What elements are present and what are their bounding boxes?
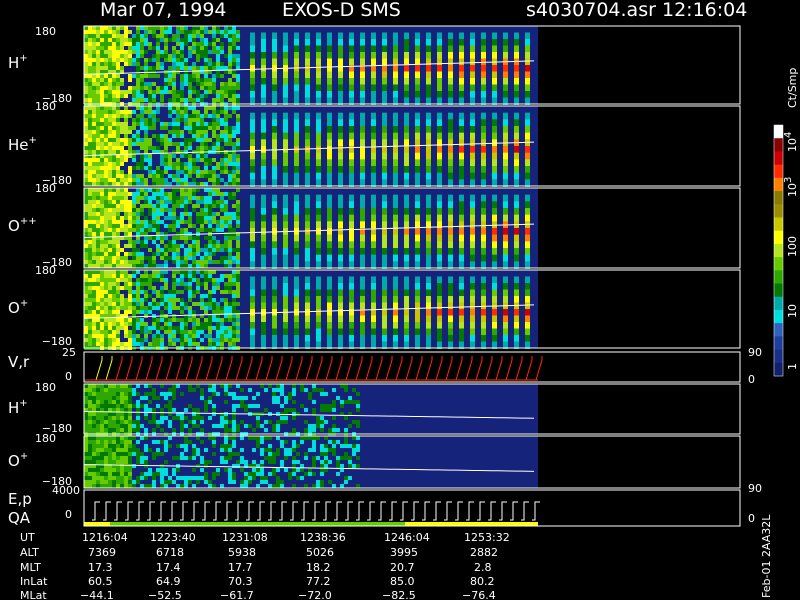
colorbar-swatch xyxy=(774,125,783,139)
footer-ut-3: 1231:08 xyxy=(222,531,268,544)
rtick-vr-top: 90 xyxy=(748,346,762,359)
ytick-p3-top: 180 xyxy=(35,182,56,195)
colorbar-swatch xyxy=(774,323,783,337)
footer-row-label-ut: UT xyxy=(20,531,35,544)
colorbar-swatch xyxy=(774,283,783,298)
panel-label-vr: V,r xyxy=(8,353,30,371)
footer-mlt-5: 20.7 xyxy=(390,561,415,574)
footer-alt-6: 2882 xyxy=(470,546,498,559)
footer-alt-1: 7369 xyxy=(88,546,116,559)
panel-label-low-h-plus: H+ xyxy=(8,398,28,417)
colorbar-swatch xyxy=(774,230,783,245)
footer-mlt-1: 17.3 xyxy=(88,561,113,574)
footer-mlat-2: −52.5 xyxy=(148,589,182,600)
colorbar-swatch xyxy=(774,177,783,192)
colorbar-swatch xyxy=(774,204,783,218)
footer-mlat-4: −72.0 xyxy=(298,589,332,600)
footer-row-label-inlat: InLat xyxy=(20,575,48,588)
ytick-p4-top: 180 xyxy=(35,264,56,277)
colorbar-swatch xyxy=(774,362,783,377)
footer-row-label-mlat: MLat xyxy=(20,589,47,600)
colorbar-swatch xyxy=(774,257,783,271)
footer-mlat-3: −61.7 xyxy=(220,589,254,600)
spectrogram-panels xyxy=(83,25,741,527)
qa-bar-green xyxy=(110,522,405,526)
footer-ut-2: 1223:40 xyxy=(150,531,196,544)
rtick-vr-bottom: 0 xyxy=(748,373,755,386)
footer-ut-1: 1216:04 xyxy=(82,531,128,544)
footer-alt-2: 6718 xyxy=(156,546,184,559)
footer-mlt-4: 18.2 xyxy=(306,561,331,574)
colorbar-swatch xyxy=(774,164,783,179)
svg-text:104: 104 xyxy=(783,132,799,152)
colorbar-swatch xyxy=(774,191,783,205)
footer-inlat-1: 60.5 xyxy=(88,575,113,588)
footer-ut-5: 1246:04 xyxy=(384,531,430,544)
footer-inlat-5: 85.0 xyxy=(390,575,415,588)
footer-inlat-4: 77.2 xyxy=(306,575,331,588)
colorbar-swatch xyxy=(774,151,783,166)
ytick-ep-bottom: 0 xyxy=(65,508,72,521)
rtick-ep-top: 90 xyxy=(748,482,762,495)
colorbar-swatch xyxy=(774,270,783,285)
footer-mlat-1: −44.1 xyxy=(80,589,114,600)
colorbar-swatch xyxy=(774,296,783,311)
colorbar-tick-1e3: 103 xyxy=(783,177,799,197)
colorbar-tick-1: 1 xyxy=(786,363,799,370)
ytick-p7-top: 180 xyxy=(35,432,56,445)
footer-alt-5: 3995 xyxy=(390,546,418,559)
footer-ut-6: 1253:32 xyxy=(464,531,510,544)
panel-label-qa: QA xyxy=(8,509,31,527)
panel-label-he-plus: He+ xyxy=(8,135,37,154)
panel-label-o-plus: O+ xyxy=(8,298,28,317)
footer-mlt-2: 17.4 xyxy=(156,561,181,574)
footer-mlat-6: −76.4 xyxy=(462,589,496,600)
ytick-p2-top: 180 xyxy=(35,100,56,113)
footer-alt-3: 5938 xyxy=(228,546,256,559)
panel-label-low-o-plus: O+ xyxy=(8,451,28,470)
rtick-ep-bottom: 0 xyxy=(748,512,755,525)
panel-label-h-plus: H+ xyxy=(8,53,28,72)
title-date: Mar 07, 1994 xyxy=(100,0,227,21)
title-time: 12:16:04 xyxy=(662,0,747,21)
colorbar xyxy=(773,124,784,377)
colorbar-swatch xyxy=(774,243,783,258)
footer-mlat-5: −82.5 xyxy=(382,589,416,600)
panel-label-o-plus-plus: O++ xyxy=(8,216,37,235)
svg-text:103: 103 xyxy=(783,177,799,197)
colorbar-tick-1e4: 104 xyxy=(783,132,799,152)
title-file: s4030704.asr xyxy=(526,0,656,21)
colorbar-tick-100: 100 xyxy=(786,236,799,257)
panel-label-ep: E,p xyxy=(8,490,32,508)
ytick-vr-top: 25 xyxy=(62,346,76,359)
qa-bar-yellow-2 xyxy=(405,522,538,526)
colorbar-swatch xyxy=(774,309,783,324)
colorbar-tick-10: 10 xyxy=(786,304,799,318)
footer-mlt-3: 17.7 xyxy=(228,561,253,574)
ytick-p6-top: 180 xyxy=(35,381,56,394)
colorbar-swatch xyxy=(774,217,783,232)
footer-ut-4: 1238:36 xyxy=(300,531,346,544)
title-instrument: EXOS-D SMS xyxy=(282,0,401,21)
ephemeris-table: UT ALT MLT InLat MLat 1216:04 7369 17.3 … xyxy=(20,531,510,600)
ytick-vr-bottom: 0 xyxy=(65,370,72,383)
footer-row-label-alt: ALT xyxy=(20,546,39,559)
footer-inlat-3: 70.3 xyxy=(228,575,253,588)
qa-bar-yellow xyxy=(84,522,110,526)
side-version-label: Feb-01 2AA32L xyxy=(760,514,773,598)
ytick-ep-top: 4000 xyxy=(52,484,80,497)
exos-d-sms-plot: Mar 07, 1994 EXOS-D SMS s4030704.asr 12:… xyxy=(8,0,799,600)
footer-alt-4: 5026 xyxy=(306,546,334,559)
ytick-p1-top: 180 xyxy=(35,25,56,38)
colorbar-swatch xyxy=(774,336,783,351)
colorbar-swatch xyxy=(774,349,783,364)
footer-row-label-mlt: MLT xyxy=(20,561,41,574)
footer-mlt-6: 2.8 xyxy=(474,561,492,574)
footer-inlat-6: 80.2 xyxy=(470,575,495,588)
colorbar-unit: Ct/Smp xyxy=(786,68,799,108)
colorbar-swatch xyxy=(774,138,783,152)
footer-inlat-2: 64.9 xyxy=(156,575,181,588)
